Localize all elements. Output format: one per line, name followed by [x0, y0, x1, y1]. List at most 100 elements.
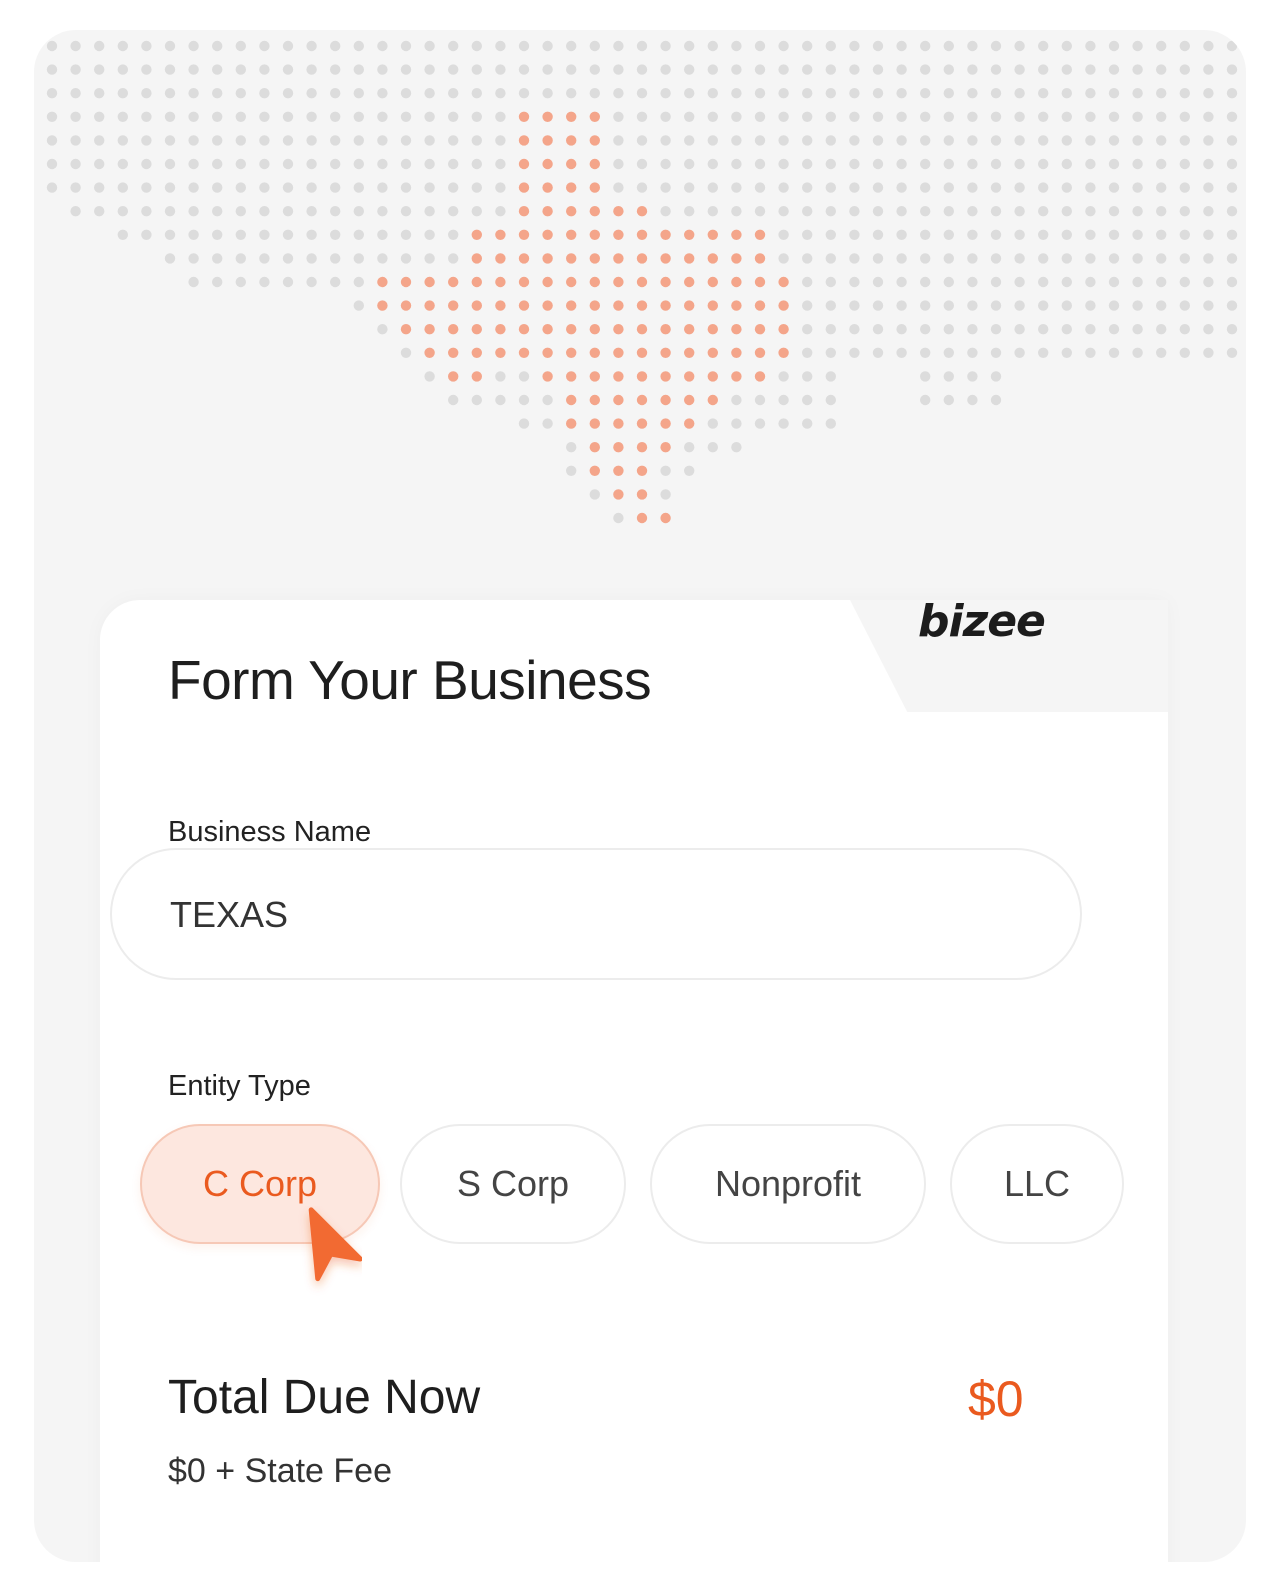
map-dot	[1226, 276, 1238, 288]
map-dot	[188, 135, 199, 146]
map-dot	[94, 64, 105, 75]
entity-chip-nonprofit[interactable]: Nonprofit	[650, 1124, 926, 1244]
map-dot	[212, 206, 223, 217]
map-dot	[1061, 253, 1073, 264]
map-dot	[306, 276, 317, 288]
map-dot	[400, 40, 412, 52]
map-dot	[330, 229, 341, 240]
map-dot	[613, 182, 624, 193]
map-dot	[141, 111, 152, 123]
map-dot-highlight	[684, 324, 695, 335]
map-dot	[920, 111, 931, 123]
map-dot	[235, 158, 246, 170]
map-dot	[636, 158, 648, 170]
map-dot-highlight	[377, 276, 388, 288]
map-dot	[731, 418, 742, 429]
map-dot	[1203, 88, 1214, 99]
map-dot	[920, 135, 931, 146]
map-dot-highlight	[518, 135, 530, 146]
map-dot	[707, 182, 718, 193]
map-dot-highlight	[424, 324, 435, 335]
map-dot	[282, 64, 294, 75]
map-dot-highlight	[707, 394, 718, 406]
map-dot	[164, 229, 176, 240]
map-dot	[802, 347, 813, 358]
map-dot	[872, 111, 884, 123]
map-dot	[212, 64, 223, 75]
map-dot-highlight	[684, 418, 695, 429]
map-dot	[1203, 300, 1214, 311]
entity-chip-llc[interactable]: LLC	[950, 1124, 1124, 1244]
map-dot	[46, 158, 58, 170]
map-dot	[684, 111, 695, 123]
map-dot-highlight	[518, 206, 530, 217]
business-name-input[interactable]: TEXAS	[110, 848, 1082, 980]
app-frame	[34, 30, 1246, 1562]
map-dot	[424, 253, 435, 264]
map-dot	[896, 182, 907, 193]
map-dot	[1132, 64, 1143, 75]
map-dot-highlight	[495, 324, 506, 335]
map-dot	[212, 229, 223, 240]
map-dot	[802, 64, 813, 75]
map-dot	[1085, 64, 1096, 75]
map-dot	[70, 111, 81, 123]
map-dot-highlight	[471, 253, 482, 264]
total-due-breakdown: $0 + State Fee	[168, 1452, 392, 1490]
map-dot-highlight	[613, 465, 624, 476]
map-dot	[990, 371, 1002, 382]
map-dot	[825, 418, 836, 429]
map-dot	[495, 64, 506, 75]
map-dot	[613, 88, 624, 99]
map-dot	[967, 371, 978, 382]
map-dot	[1061, 88, 1073, 99]
map-dot	[306, 135, 317, 146]
map-dot-highlight	[660, 347, 671, 358]
map-dot	[353, 111, 364, 123]
map-dot	[542, 418, 553, 429]
map-dot	[1038, 40, 1049, 52]
map-dot-highlight	[589, 324, 600, 335]
map-dot-highlight	[589, 347, 600, 358]
entity-type-label: Entity Type	[168, 1070, 311, 1102]
map-dot	[1179, 158, 1191, 170]
map-dot	[518, 88, 530, 99]
map-dot	[920, 229, 931, 240]
map-dot	[1203, 135, 1214, 146]
map-dot	[70, 64, 81, 75]
map-dot-highlight	[542, 111, 553, 123]
map-dot-highlight	[778, 347, 789, 358]
map-dot-highlight	[566, 300, 577, 311]
map-dot	[1014, 300, 1025, 311]
entity-chip-s-corp[interactable]: S Corp	[400, 1124, 626, 1244]
map-dot	[849, 182, 860, 193]
map-dot	[70, 40, 81, 52]
map-dot	[400, 64, 412, 75]
map-dot	[967, 229, 978, 240]
map-dot	[825, 135, 836, 146]
map-dot	[1061, 64, 1073, 75]
map-dot	[707, 135, 718, 146]
map-dot	[1156, 253, 1167, 264]
map-dot	[872, 253, 884, 264]
map-dot	[1108, 111, 1120, 123]
map-dot	[825, 253, 836, 264]
map-dot	[1226, 111, 1238, 123]
map-dot	[896, 276, 907, 288]
map-dot	[636, 88, 648, 99]
map-dot	[471, 64, 482, 75]
map-dot	[896, 347, 907, 358]
map-dot-highlight	[684, 253, 695, 264]
map-dot	[896, 253, 907, 264]
map-dot	[353, 182, 364, 193]
map-dot	[636, 111, 648, 123]
map-dot	[424, 111, 435, 123]
map-dot	[896, 135, 907, 146]
map-dot	[778, 253, 789, 264]
map-dot	[943, 371, 954, 382]
map-dot	[1156, 182, 1167, 193]
map-dot	[684, 465, 695, 476]
map-dot	[684, 64, 695, 75]
map-dot	[94, 40, 105, 52]
map-dot	[518, 371, 530, 382]
